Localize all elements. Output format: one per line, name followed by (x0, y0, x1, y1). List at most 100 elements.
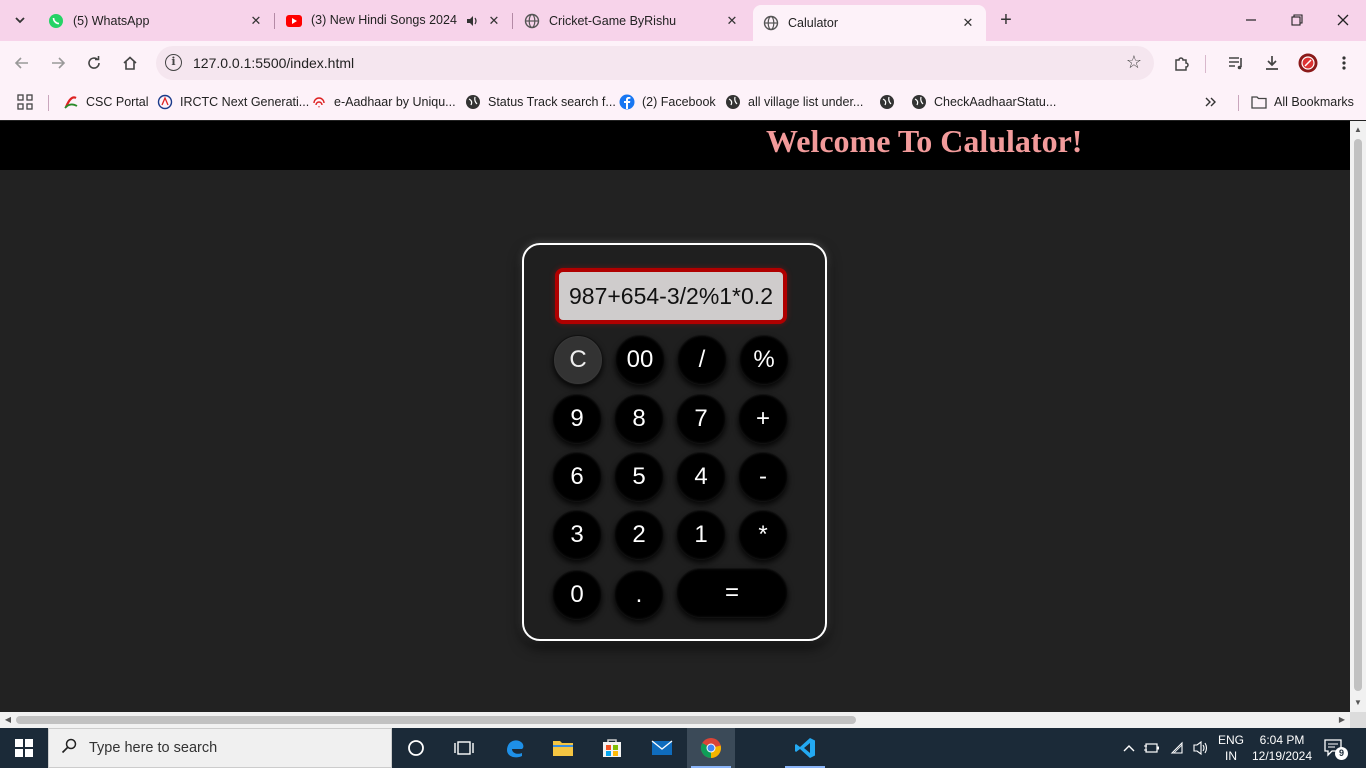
close-icon[interactable]: ✕ (960, 15, 976, 31)
chevron-down-icon (15, 17, 25, 24)
home-button[interactable] (118, 51, 142, 75)
bookmark-facebook[interactable]: (2) Facebook (619, 91, 716, 113)
info-icon[interactable]: i (165, 54, 182, 71)
two-button[interactable]: 2 (614, 510, 664, 560)
close-icon[interactable]: ✕ (724, 13, 740, 29)
show-hidden-icons-button[interactable] (1120, 728, 1138, 768)
six-button[interactable]: 6 (552, 452, 602, 502)
percent-button[interactable]: % (739, 335, 789, 385)
arrow-right-icon (52, 57, 66, 69)
horizontal-scroll-thumb[interactable] (16, 716, 856, 724)
more-bookmarks-button[interactable] (1203, 91, 1226, 113)
clock[interactable]: 6:04 PM 12/19/2024 (1250, 732, 1314, 764)
network-button[interactable] (1168, 728, 1188, 768)
scroll-up-icon[interactable]: ▲ (1350, 123, 1366, 137)
forward-button[interactable] (46, 51, 70, 75)
reload-button[interactable] (82, 51, 106, 75)
bookmark-irctc[interactable]: IRCTC Next Generati... (157, 91, 309, 113)
speaker-icon[interactable] (464, 13, 480, 29)
scroll-left-icon[interactable]: ◀ (1, 712, 15, 728)
calculator-display[interactable]: 987+654-3/2%1*0.2 (555, 268, 787, 324)
zero-button[interactable]: 0 (552, 570, 602, 620)
apps-grid-icon (17, 94, 33, 110)
bookmark-e-aadhaar[interactable]: e-Aadhaar by Uniqu... (311, 91, 456, 113)
language-indicator[interactable]: ENG IN (1216, 732, 1246, 764)
close-icon[interactable]: ✕ (248, 13, 264, 29)
scroll-down-icon[interactable]: ▼ (1350, 696, 1366, 710)
one-button[interactable]: 1 (676, 510, 726, 560)
taskbar-file-explorer[interactable] (539, 728, 587, 768)
puzzle-icon (1175, 57, 1189, 71)
tab-youtube[interactable]: (3) New Hindi Songs 2024 💡 ✕ (276, 6, 512, 35)
horizontal-scrollbar[interactable]: ◀ ▶ (0, 712, 1350, 728)
double-zero-button[interactable]: 00 (615, 335, 665, 385)
back-button[interactable] (10, 51, 34, 75)
vertical-scroll-thumb[interactable] (1354, 139, 1362, 691)
address-bar[interactable]: i 127.0.0.1:5500/index.html ☆ (156, 46, 1154, 80)
tab-whatsapp[interactable]: (5) WhatsApp ✕ (38, 6, 274, 35)
decimal-button[interactable]: . (614, 570, 664, 620)
scroll-right-icon[interactable]: ▶ (1335, 712, 1349, 728)
tab-cricket-game[interactable]: Cricket-Game ByRishu ✕ (514, 6, 750, 35)
new-tab-button[interactable]: + (994, 9, 1018, 33)
url-text[interactable]: 127.0.0.1:5500/index.html (193, 55, 354, 71)
bookmark-status-track[interactable]: Status Track search f... (465, 91, 616, 113)
close-window-button[interactable] (1320, 0, 1366, 40)
bookmark-label: e-Aadhaar by Uniqu... (334, 95, 456, 109)
seven-button[interactable]: 7 (676, 394, 726, 444)
minus-button[interactable]: - (738, 452, 788, 502)
four-button[interactable]: 4 (676, 452, 726, 502)
tab-calculator[interactable]: Calulator ✕ (753, 5, 986, 41)
bookmark-label: All Bookmarks (1274, 95, 1354, 109)
bookmark-unnamed[interactable] (879, 91, 902, 113)
minimize-button[interactable] (1228, 0, 1274, 40)
close-icon[interactable]: ✕ (486, 13, 502, 29)
profile-avatar[interactable] (1296, 51, 1320, 75)
task-view-button[interactable] (440, 728, 488, 768)
all-bookmarks-button[interactable]: All Bookmarks (1251, 91, 1354, 113)
bookmark-csc-portal[interactable]: CSC Portal (63, 91, 149, 113)
taskbar-search-box[interactable]: Type here to search (48, 728, 392, 768)
home-icon (123, 56, 137, 70)
battery-button[interactable] (1142, 728, 1162, 768)
taskbar-mail[interactable] (638, 728, 686, 768)
taskbar-store[interactable] (588, 728, 636, 768)
cortana-button[interactable] (392, 728, 440, 768)
calculator: 987+654-3/2%1*0.2 C 00 / % 9 8 7 + 6 5 4… (522, 243, 827, 641)
equals-button[interactable]: = (676, 568, 788, 618)
divide-button[interactable]: / (677, 335, 727, 385)
bookmark-village-list[interactable]: all village list under... (725, 91, 863, 113)
apps-button[interactable] (17, 91, 40, 113)
globe-icon (879, 94, 895, 110)
five-button[interactable]: 5 (614, 452, 664, 502)
downloads-button[interactable] (1260, 51, 1284, 75)
nine-button[interactable]: 9 (552, 394, 602, 444)
globe-icon (763, 15, 779, 31)
csc-icon (63, 94, 79, 110)
three-button[interactable]: 3 (552, 510, 602, 560)
taskbar-chrome[interactable] (687, 728, 735, 768)
notifications-button[interactable]: 9 (1322, 736, 1348, 760)
plus-button[interactable]: + (738, 394, 788, 444)
bookmark-check-aadhaar[interactable]: CheckAadhaarStatu... (911, 91, 1056, 113)
clear-button[interactable]: C (553, 335, 603, 385)
start-button[interactable] (0, 728, 48, 768)
globe-icon (465, 94, 481, 110)
globe-icon (911, 94, 927, 110)
menu-button[interactable] (1332, 51, 1356, 75)
bookmark-star-icon[interactable]: ☆ (1126, 52, 1142, 73)
wifi-icon (1170, 741, 1183, 754)
media-control-button[interactable] (1224, 51, 1248, 75)
volume-button[interactable] (1191, 728, 1211, 768)
folder-icon (1251, 94, 1267, 110)
multiply-button[interactable]: * (738, 510, 788, 560)
taskbar-vscode[interactable] (781, 728, 829, 768)
tab-search-button[interactable] (6, 7, 34, 33)
vertical-scrollbar[interactable]: ▲ ▼ (1350, 121, 1366, 712)
restore-button[interactable] (1274, 0, 1320, 40)
minimize-icon (1246, 19, 1256, 21)
extensions-button[interactable] (1170, 51, 1194, 75)
eight-button[interactable]: 8 (614, 394, 664, 444)
taskbar-edge[interactable] (491, 728, 539, 768)
globe-icon (725, 94, 741, 110)
